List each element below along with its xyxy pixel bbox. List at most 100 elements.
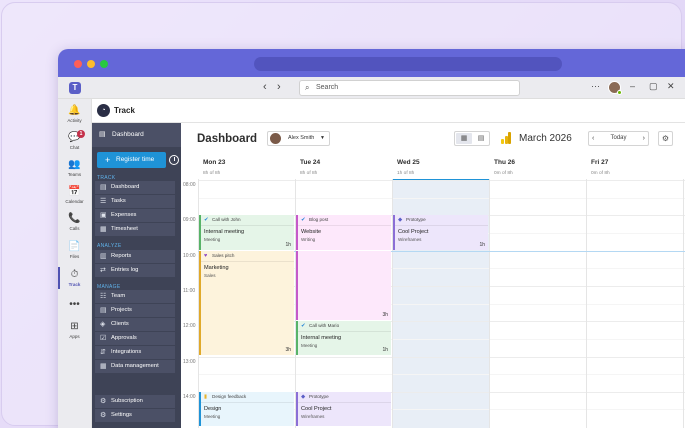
power-bi-icon[interactable] — [501, 132, 511, 144]
half-hour-line — [198, 197, 685, 199]
rail-item-chat[interactable]: 💬 1 Chat — [58, 130, 91, 150]
time-label: 08:00 — [183, 182, 196, 188]
sidebar-item-settings[interactable]: ⚙ Settings — [95, 409, 175, 422]
sidebar-item-expenses[interactable]: ▣ Expenses — [95, 209, 175, 222]
close-icon[interactable]: ✕ — [667, 81, 675, 92]
teams-rail: 🔔 Activity 💬 1 Chat 👥 Teams 📅 Calendar 📞 Calls 📄 Fil… — [58, 99, 91, 428]
minimize-window-dot[interactable] — [87, 60, 95, 68]
sidebar: ▤ Dashboard + Register time TRACK ANALYZ… — [92, 123, 181, 428]
settings-gear-icon[interactable]: ⚙ — [658, 131, 673, 146]
rail-item-track[interactable]: ⏱ Track — [58, 269, 91, 287]
register-time-button[interactable]: + Register time — [97, 152, 166, 168]
sidebar-item-entries-log[interactable]: ⇄ Entries log — [95, 264, 175, 277]
close-window-dot[interactable] — [74, 60, 82, 68]
event-header: ✔ Call with Mario — [298, 321, 391, 331]
sidebar-item-integrations[interactable]: ⇵ Integrations — [95, 346, 175, 359]
section-analyze: ANALYZE — [97, 243, 122, 249]
sidebar-item-team[interactable]: ☷ Team — [95, 290, 175, 303]
restore-icon[interactable]: ▢ — [649, 81, 658, 92]
active-indicator — [58, 267, 60, 289]
user-select[interactable]: Alex Smith ▼ — [267, 131, 330, 146]
chat-icon: 💬 — [68, 132, 81, 143]
sidebar-item-tasks[interactable]: ☰ Tasks — [95, 195, 175, 208]
day-name: Fri 27 — [591, 159, 609, 166]
event-cool-project[interactable]: ◆ Prototype Cool Project Wireframes — [296, 391, 391, 427]
rail-label: Teams — [67, 172, 82, 177]
event-duration: 3h — [382, 312, 388, 319]
day-header-mon-23[interactable]: Mon 23 8h of 8h — [198, 159, 295, 179]
list-view-icon[interactable]: ▤ — [473, 133, 489, 144]
event-design[interactable]: ▮ Design feedback Design Meeting — [199, 391, 294, 427]
day-header-tue-24[interactable]: Tue 24 8h of 8h — [295, 159, 392, 179]
sidebar-item-data-management[interactable]: ▦ Data management — [95, 360, 175, 373]
timer-icon[interactable] — [169, 155, 179, 165]
event-website[interactable]: ✔ Blog post Website Writing — [296, 215, 391, 250]
back-arrow-icon[interactable]: ‹ — [263, 81, 267, 93]
sidebar-item-label: Clients — [111, 321, 129, 327]
sidebar-item-timesheet[interactable]: ▦ Timesheet — [95, 223, 175, 236]
rail-item-files[interactable]: 📄 Files — [58, 241, 91, 259]
plus-icon: + — [105, 155, 111, 165]
day-name: Tue 24 — [300, 159, 321, 166]
event-internal-meeting[interactable]: ✔ Call with John Internal meeting Meeting 1h — [199, 215, 294, 250]
rail-label: Calls — [69, 226, 80, 231]
user-avatar-small — [270, 133, 281, 144]
rail-label: Files — [69, 254, 80, 259]
event-header-text: Call with Mario — [309, 323, 340, 329]
address-bar[interactable] — [254, 57, 562, 71]
rail-item-calls[interactable]: 📞 Calls — [58, 213, 91, 231]
event-duration: 1h — [479, 241, 485, 248]
event-type-icon: ✔ — [204, 217, 209, 224]
phone-icon: 📞 — [68, 213, 81, 224]
rail-item-teams[interactable]: 👥 Teams — [58, 159, 91, 177]
event-block[interactable]: 3h — [296, 250, 391, 321]
calendar-view-icon[interactable]: ▦ — [456, 133, 472, 144]
sidebar-item-label: Projects — [111, 307, 132, 313]
rail-item-apps[interactable]: ⊞ Apps — [58, 321, 91, 339]
sidebar-item-label: Dashboard — [111, 184, 140, 190]
sidebar-item-reports[interactable]: ▥ Reports — [95, 250, 175, 263]
column-divider — [586, 179, 587, 428]
event-marketing[interactable]: ♥ Sales pitch Marketing Sales 3h — [199, 250, 294, 356]
more-icon: ••• — [69, 299, 80, 310]
more-options-icon[interactable]: ··· — [591, 81, 600, 91]
sidebar-item-projects[interactable]: ▤ Projects — [95, 304, 175, 317]
next-week-icon[interactable]: › — [643, 132, 645, 145]
event-title: Internal meeting — [301, 335, 342, 342]
maximize-window-dot[interactable] — [100, 60, 108, 68]
event-subtitle: Wireframes — [301, 413, 325, 419]
event-body: Marketing Sales — [201, 260, 294, 356]
today-button[interactable]: Today — [610, 135, 626, 141]
sidebar-item-dashboard[interactable]: ▤ Dashboard — [95, 181, 175, 194]
calendar-icon: 📅 — [68, 186, 81, 197]
day-header-fri-27[interactable]: Fri 27 0m of 8h — [586, 159, 683, 179]
rail-item-activity[interactable]: 🔔 Activity — [58, 105, 91, 123]
half-hour-line — [198, 374, 685, 376]
prev-week-icon[interactable]: ‹ — [592, 132, 594, 145]
event-header-text: Design feedback — [212, 393, 247, 399]
search-input[interactable]: ⌕ Search — [299, 80, 520, 96]
sidebar-item-approvals[interactable]: ☑ Approvals — [95, 332, 175, 345]
event-internal-meeting[interactable]: ✔ Call with Mario Internal meeting Meeting 1… — [296, 321, 391, 356]
entries-log-icon: ⇄ — [100, 267, 106, 274]
event-title: Website — [301, 229, 322, 236]
subscription-icon: ⚙ — [100, 398, 107, 405]
rail-item-calendar[interactable]: 📅 Calendar — [58, 186, 91, 204]
day-header-wed-25[interactable]: Wed 25 1h of 8h — [392, 159, 489, 179]
event-type-icon: ◆ — [398, 217, 403, 224]
data-management-icon: ▦ — [100, 363, 107, 370]
event-cool-project[interactable]: ◆ Prototype Cool Project Wireframes 1h — [393, 215, 488, 250]
sidebar-item-clients[interactable]: ◈ Clients — [95, 318, 175, 331]
forward-arrow-icon[interactable]: › — [277, 81, 281, 93]
event-type-icon: ▮ — [204, 393, 208, 400]
day-hours: 8h of 8h — [203, 171, 221, 176]
rail-item-more[interactable]: ••• — [58, 299, 91, 311]
event-header-text: Prototype — [309, 393, 329, 399]
event-header-text: Blog post — [309, 217, 329, 223]
event-header-text: Prototype — [406, 217, 426, 223]
day-header-thu-26[interactable]: Thu 26 0m of 8h — [489, 159, 586, 179]
sidebar-dashboard[interactable]: ▤ Dashboard — [92, 123, 181, 147]
hour-line — [198, 180, 685, 181]
sidebar-item-subscription[interactable]: ⚙ Subscription — [95, 395, 175, 408]
minimize-icon[interactable]: – — [630, 81, 635, 91]
